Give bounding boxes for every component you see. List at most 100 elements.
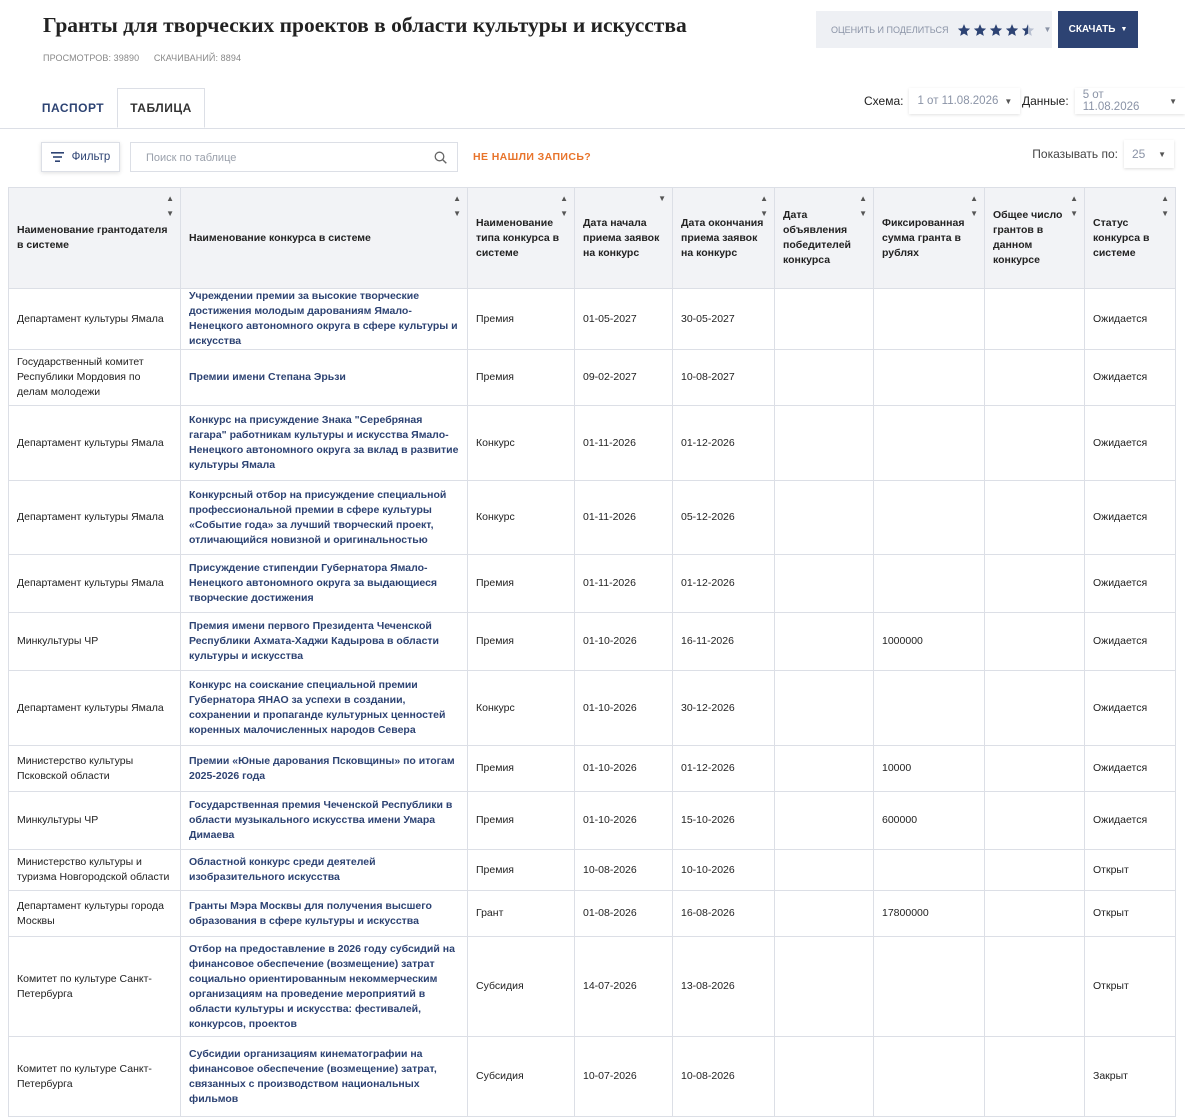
star-icon[interactable] (989, 23, 1003, 37)
column-header[interactable]: ▲ ▼ Наименование грантодателя в системе (8, 187, 181, 289)
status-cell: Ожидается (1084, 612, 1176, 671)
table-row[interactable]: Государственный комитет Республики Мордо… (8, 349, 1176, 406)
contest-type-cell: Конкурс (467, 480, 575, 555)
contest-name-cell[interactable]: Государственная премия Чеченской Республ… (180, 791, 468, 850)
tab-passport[interactable]: ПАСПОРТ (30, 88, 116, 127)
contest-name-cell[interactable]: Отбор на предоставление в 2026 году субс… (180, 936, 468, 1037)
search-input[interactable] (144, 144, 428, 172)
page-size-group: Показывать по: 25 ▼ (1032, 140, 1174, 168)
grantor-cell: Департамент культуры Ямала (8, 405, 181, 481)
end-date-cell: 16-11-2026 (672, 612, 775, 671)
column-header[interactable]: ▼ Дата начала приема заявок на конкурс (574, 187, 673, 289)
end-date-cell: 30-12-2026 (672, 670, 775, 746)
start-date-cell: 10-07-2026 (574, 1036, 673, 1117)
column-header[interactable]: ▲ ▼ Статус конкурса в системе (1084, 187, 1176, 289)
not-found-link[interactable]: НЕ НАШЛИ ЗАПИСЬ? (473, 151, 591, 163)
column-header[interactable]: ▲ ▼ Общее число грантов в данном конкурсе (984, 187, 1085, 289)
sort-icon[interactable]: ▲ ▼ (166, 191, 174, 221)
column-header-label: Дата окончания приема заявок на конкурс (681, 216, 764, 259)
start-date-cell: 01-10-2026 (574, 791, 673, 850)
schema-select[interactable]: 1 от 11.08.2026 ▼ (909, 88, 1021, 114)
contest-name-cell[interactable]: Конкурс на соискание специальной премии … (180, 670, 468, 746)
contest-name-cell[interactable]: Премия имени первого Президента Чеченско… (180, 612, 468, 671)
column-header[interactable]: ▲ ▼ Наименование типа конкурса в системе (467, 187, 575, 289)
table-row[interactable]: Минкультуры ЧР Государственная премия Чеч… (8, 791, 1176, 850)
sort-icon[interactable]: ▲ ▼ (1161, 191, 1169, 221)
table-row[interactable]: Департамент культуры Ямала Конкурс на при… (8, 405, 1176, 481)
sort-desc-icon[interactable]: ▼ (658, 191, 666, 206)
chevron-down-icon: ▼ (1158, 149, 1166, 159)
page-size-select[interactable]: 25 ▼ (1124, 140, 1174, 168)
column-header[interactable]: ▲ ▼ Дата объявления победителей конкурса (774, 187, 874, 289)
star-icon[interactable] (973, 23, 987, 37)
tab-table[interactable]: ТАБЛИЦА (117, 88, 205, 128)
table-row[interactable]: Департамент культуры Ямала Учреждении пре… (8, 288, 1176, 350)
grant-amount-cell (873, 480, 985, 555)
table-row[interactable]: Департамент культуры города Москвы Гранты… (8, 890, 1176, 937)
table-row[interactable]: Минкультуры ЧР Премия имени первого Прези… (8, 612, 1176, 671)
winners-date-cell (774, 612, 874, 671)
table-row[interactable]: Министерство культуры и туризма Новгород… (8, 849, 1176, 891)
table-row[interactable]: Департамент культуры Ямала Присуждение ст… (8, 554, 1176, 613)
contest-type-cell: Конкурс (467, 405, 575, 481)
winners-date-cell (774, 1036, 874, 1117)
column-header[interactable]: ▲ ▼ Наименование конкурса в системе (180, 187, 468, 289)
grant-amount-cell: 600000 (873, 791, 985, 850)
status-cell: Ожидается (1084, 480, 1176, 555)
contest-name-cell[interactable]: Учреждении премии за высокие творческие … (180, 288, 468, 350)
end-date-cell: 30-05-2027 (672, 288, 775, 350)
table-row[interactable]: Министерство культуры Псковской области П… (8, 745, 1176, 792)
chevron-down-icon: ▼ (1004, 96, 1013, 106)
data-table: ▲ ▼ Наименование грантодателя в системе ▲ ▼… (8, 187, 1176, 1117)
grants-count-cell (984, 791, 1085, 850)
contest-name-cell[interactable]: Гранты Мэра Москвы для получения высшего… (180, 890, 468, 937)
download-button[interactable]: СКАЧАТЬ ▼ (1058, 11, 1138, 48)
rate-share-button[interactable]: ОЦЕНИТЬ И ПОДЕЛИТЬСЯ ▼ (816, 11, 1052, 48)
grant-amount-cell: 10000 (873, 745, 985, 792)
star-icon[interactable] (1005, 23, 1019, 37)
table-row[interactable]: Комитет по культуре Санкт-Петербурга Субс… (8, 1036, 1176, 1117)
contest-name-cell[interactable]: Премии «Юные дарования Псковщины» по ито… (180, 745, 468, 792)
sort-icon[interactable]: ▲ ▼ (970, 191, 978, 221)
grants-count-cell (984, 288, 1085, 350)
chevron-down-icon: ▼ (1120, 26, 1128, 33)
grantor-cell: Минкультуры ЧР (8, 791, 181, 850)
table-row[interactable]: Департамент культуры Ямала Конкурс на сои… (8, 670, 1176, 746)
start-date-cell: 01-08-2026 (574, 890, 673, 937)
table-row[interactable]: Департамент культуры Ямала Конкурсный отб… (8, 480, 1176, 555)
sort-icon[interactable]: ▲ ▼ (1070, 191, 1078, 221)
search-icon[interactable] (434, 151, 447, 164)
sort-icon[interactable]: ▲ ▼ (453, 191, 461, 221)
column-header-label: Наименование грантодателя в системе (17, 224, 168, 251)
winners-date-cell (774, 670, 874, 746)
contest-name-cell[interactable]: Областной конкурс среди деятелей изобраз… (180, 849, 468, 891)
status-cell: Открыт (1084, 849, 1176, 891)
star-icon[interactable] (957, 23, 971, 37)
start-date-cell: 10-08-2026 (574, 849, 673, 891)
grants-count-cell (984, 745, 1085, 792)
grants-count-cell (984, 670, 1085, 746)
half-star-icon[interactable] (1021, 23, 1035, 37)
contest-type-cell: Премия (467, 554, 575, 613)
rating-stars[interactable] (957, 23, 1037, 37)
contest-name-cell[interactable]: Присуждение стипендии Губернатора Ямало-… (180, 554, 468, 613)
sort-icon[interactable]: ▲ ▼ (859, 191, 867, 221)
data-version-select[interactable]: 5 от 11.08.2026 ▼ (1074, 88, 1185, 114)
status-cell: Ожидается (1084, 554, 1176, 613)
table-row[interactable]: Комитет по культуре Санкт-Петербурга Отбо… (8, 936, 1176, 1037)
grant-amount-cell (873, 849, 985, 891)
sort-icon[interactable]: ▲ ▼ (760, 191, 768, 221)
contest-name-cell[interactable]: Конкурсный отбор на присуждение специаль… (180, 480, 468, 555)
grant-amount-cell (873, 670, 985, 746)
contest-name-cell[interactable]: Субсидии организациям кинематографии на … (180, 1036, 468, 1117)
column-header[interactable]: ▲ ▼ Фиксированная сумма гранта в рублях (873, 187, 985, 289)
contest-name-cell[interactable]: Премии имени Степана Эрьзи (180, 349, 468, 406)
column-header[interactable]: ▲ ▼ Дата окончания приема заявок на конкур… (672, 187, 775, 289)
data-version-value: 5 от 11.08.2026 (1082, 89, 1140, 113)
end-date-cell: 13-08-2026 (672, 936, 775, 1037)
contest-name-cell[interactable]: Конкурс на присуждение Знака "Серебряная… (180, 405, 468, 481)
grants-count-cell (984, 480, 1085, 555)
filter-button[interactable]: Фильтр (41, 142, 120, 172)
sort-icon[interactable]: ▲ ▼ (560, 191, 568, 221)
table-search (130, 142, 458, 172)
